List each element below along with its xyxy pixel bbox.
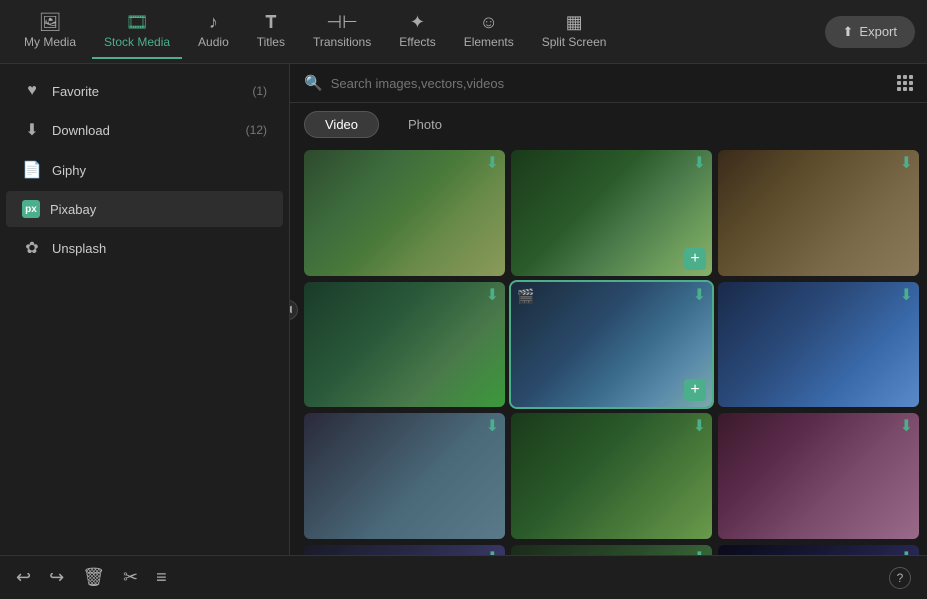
- media-thumb-3[interactable]: ⬇: [718, 150, 919, 276]
- nav-label-effects: Effects: [399, 35, 435, 49]
- unsplash-icon: ✿: [22, 238, 42, 258]
- sidebar-item-unsplash[interactable]: ✿ Unsplash: [6, 229, 283, 267]
- export-button[interactable]: ⬆ Export: [825, 16, 915, 48]
- add-thumb-button-5[interactable]: +: [684, 379, 706, 401]
- nav-label-split-screen: Split Screen: [542, 35, 607, 49]
- download-thumb-button-9[interactable]: ⬇: [900, 419, 913, 435]
- download-thumb-button-4[interactable]: ⬇: [486, 288, 499, 304]
- stock-media-icon: 🎞: [126, 13, 149, 31]
- undo-button[interactable]: ↩: [16, 567, 31, 588]
- delete-button[interactable]: 🗑: [82, 567, 105, 588]
- nav-label-my-media: My Media: [24, 35, 76, 49]
- media-tabs: Video Photo: [290, 103, 927, 146]
- nav-label-audio: Audio: [198, 35, 229, 49]
- nav-item-audio[interactable]: ♪ Audio: [186, 5, 241, 59]
- tab-photo[interactable]: Photo: [387, 111, 463, 138]
- media-thumb-4[interactable]: ⬇: [304, 282, 505, 408]
- media-thumb-5[interactable]: 🎬 ⬇ +: [511, 282, 712, 408]
- transitions-icon: ⊣⊢: [326, 13, 357, 31]
- video-indicator-icon: 🎬: [517, 288, 534, 305]
- download-thumb-button-10[interactable]: ⬇: [486, 551, 499, 555]
- titles-icon: 𝐓: [265, 13, 277, 31]
- effects-icon: ✦: [410, 13, 425, 31]
- nav-item-elements[interactable]: ☺ Elements: [452, 5, 526, 59]
- download-count: (12): [246, 123, 267, 137]
- download-thumb-button-12[interactable]: ⬇: [900, 551, 913, 555]
- download-thumb-button-2[interactable]: ⬇: [693, 156, 706, 172]
- download-thumb-button-8[interactable]: ⬇: [693, 419, 706, 435]
- nav-item-transitions[interactable]: ⊣⊢ Transitions: [301, 5, 383, 59]
- search-input[interactable]: [331, 76, 889, 91]
- download-thumb-button-1[interactable]: ⬇: [486, 156, 499, 172]
- elements-icon: ☺: [480, 13, 498, 31]
- export-label: Export: [859, 24, 897, 39]
- top-navigation: 🖼 My Media 🎞 Stock Media ♪ Audio 𝐓 Title…: [0, 0, 927, 64]
- download-thumb-button-6[interactable]: ⬇: [900, 288, 913, 304]
- sidebar-label-favorite: Favorite: [52, 84, 99, 99]
- media-panel: ◀ 🔍 Video Photo ⬇⬇+⬇⬇🎬⬇+⬇⬇⬇⬇⬇⬇⬇: [290, 64, 927, 555]
- nav-item-my-media[interactable]: 🖼 My Media: [12, 5, 88, 59]
- download-thumb-button-11[interactable]: ⬇: [693, 551, 706, 555]
- nav-item-titles[interactable]: 𝐓 Titles: [245, 5, 297, 59]
- media-grid-wrapper[interactable]: ⬇⬇+⬇⬇🎬⬇+⬇⬇⬇⬇⬇⬇⬇: [290, 146, 927, 555]
- menu-button[interactable]: ≡: [156, 567, 167, 588]
- media-thumb-6[interactable]: ⬇: [718, 282, 919, 408]
- media-thumb-2[interactable]: ⬇+: [511, 150, 712, 276]
- tab-video[interactable]: Video: [304, 111, 379, 138]
- nav-item-stock-media[interactable]: 🎞 Stock Media: [92, 5, 182, 59]
- media-thumb-12[interactable]: ⬇: [718, 545, 919, 555]
- sidebar-label-pixabay: Pixabay: [50, 202, 96, 217]
- sidebar-item-download[interactable]: ⬇ Download (12): [6, 111, 283, 149]
- nav-label-stock-media: Stock Media: [104, 35, 170, 49]
- export-icon: ⬆: [843, 24, 854, 40]
- sidebar-item-pixabay[interactable]: px Pixabay: [6, 191, 283, 227]
- favorite-icon: ♥: [22, 82, 42, 100]
- download-thumb-button-3[interactable]: ⬇: [900, 156, 913, 172]
- sidebar-label-download: Download: [52, 123, 110, 138]
- pixabay-icon: px: [22, 200, 40, 218]
- main-content: ♥ Favorite (1) ⬇ Download (12) 📄 Giphy p…: [0, 64, 927, 555]
- sidebar-item-favorite[interactable]: ♥ Favorite (1): [6, 73, 283, 109]
- nav-item-effects[interactable]: ✦ Effects: [387, 5, 447, 59]
- help-button[interactable]: ?: [889, 567, 911, 589]
- media-grid: ⬇⬇+⬇⬇🎬⬇+⬇⬇⬇⬇⬇⬇⬇: [304, 150, 919, 555]
- giphy-icon: 📄: [22, 160, 42, 180]
- sidebar-item-giphy[interactable]: 📄 Giphy: [6, 151, 283, 189]
- download-icon: ⬇: [22, 120, 42, 140]
- media-thumb-1[interactable]: ⬇: [304, 150, 505, 276]
- download-thumb-button-7[interactable]: ⬇: [486, 419, 499, 435]
- redo-button[interactable]: ↪: [49, 567, 64, 588]
- split-screen-icon: ▦: [566, 13, 583, 31]
- sidebar-label-giphy: Giphy: [52, 163, 86, 178]
- nav-label-titles: Titles: [257, 35, 285, 49]
- media-thumb-9[interactable]: ⬇: [718, 413, 919, 539]
- media-thumb-11[interactable]: ⬇: [511, 545, 712, 555]
- add-thumb-button-2[interactable]: +: [684, 248, 706, 270]
- search-bar: 🔍: [290, 64, 927, 103]
- nav-label-elements: Elements: [464, 35, 514, 49]
- nav-item-split-screen[interactable]: ▦ Split Screen: [530, 5, 619, 59]
- my-media-icon: 🖼: [39, 13, 62, 31]
- nav-items: 🖼 My Media 🎞 Stock Media ♪ Audio 𝐓 Title…: [12, 5, 825, 59]
- grid-view-icon[interactable]: [897, 75, 913, 91]
- media-thumb-7[interactable]: ⬇: [304, 413, 505, 539]
- media-thumb-8[interactable]: ⬇: [511, 413, 712, 539]
- search-icon: 🔍: [304, 74, 323, 92]
- sidebar-label-unsplash: Unsplash: [52, 241, 106, 256]
- bottom-bar: ↩ ↪ 🗑 ✂ ≡ ?: [0, 555, 927, 599]
- audio-icon: ♪: [209, 13, 218, 31]
- media-thumb-10[interactable]: ⬇: [304, 545, 505, 555]
- favorite-count: (1): [252, 84, 267, 98]
- cut-button[interactable]: ✂: [123, 567, 138, 588]
- sidebar: ♥ Favorite (1) ⬇ Download (12) 📄 Giphy p…: [0, 64, 290, 555]
- download-thumb-button-5[interactable]: ⬇: [693, 288, 706, 304]
- nav-label-transitions: Transitions: [313, 35, 371, 49]
